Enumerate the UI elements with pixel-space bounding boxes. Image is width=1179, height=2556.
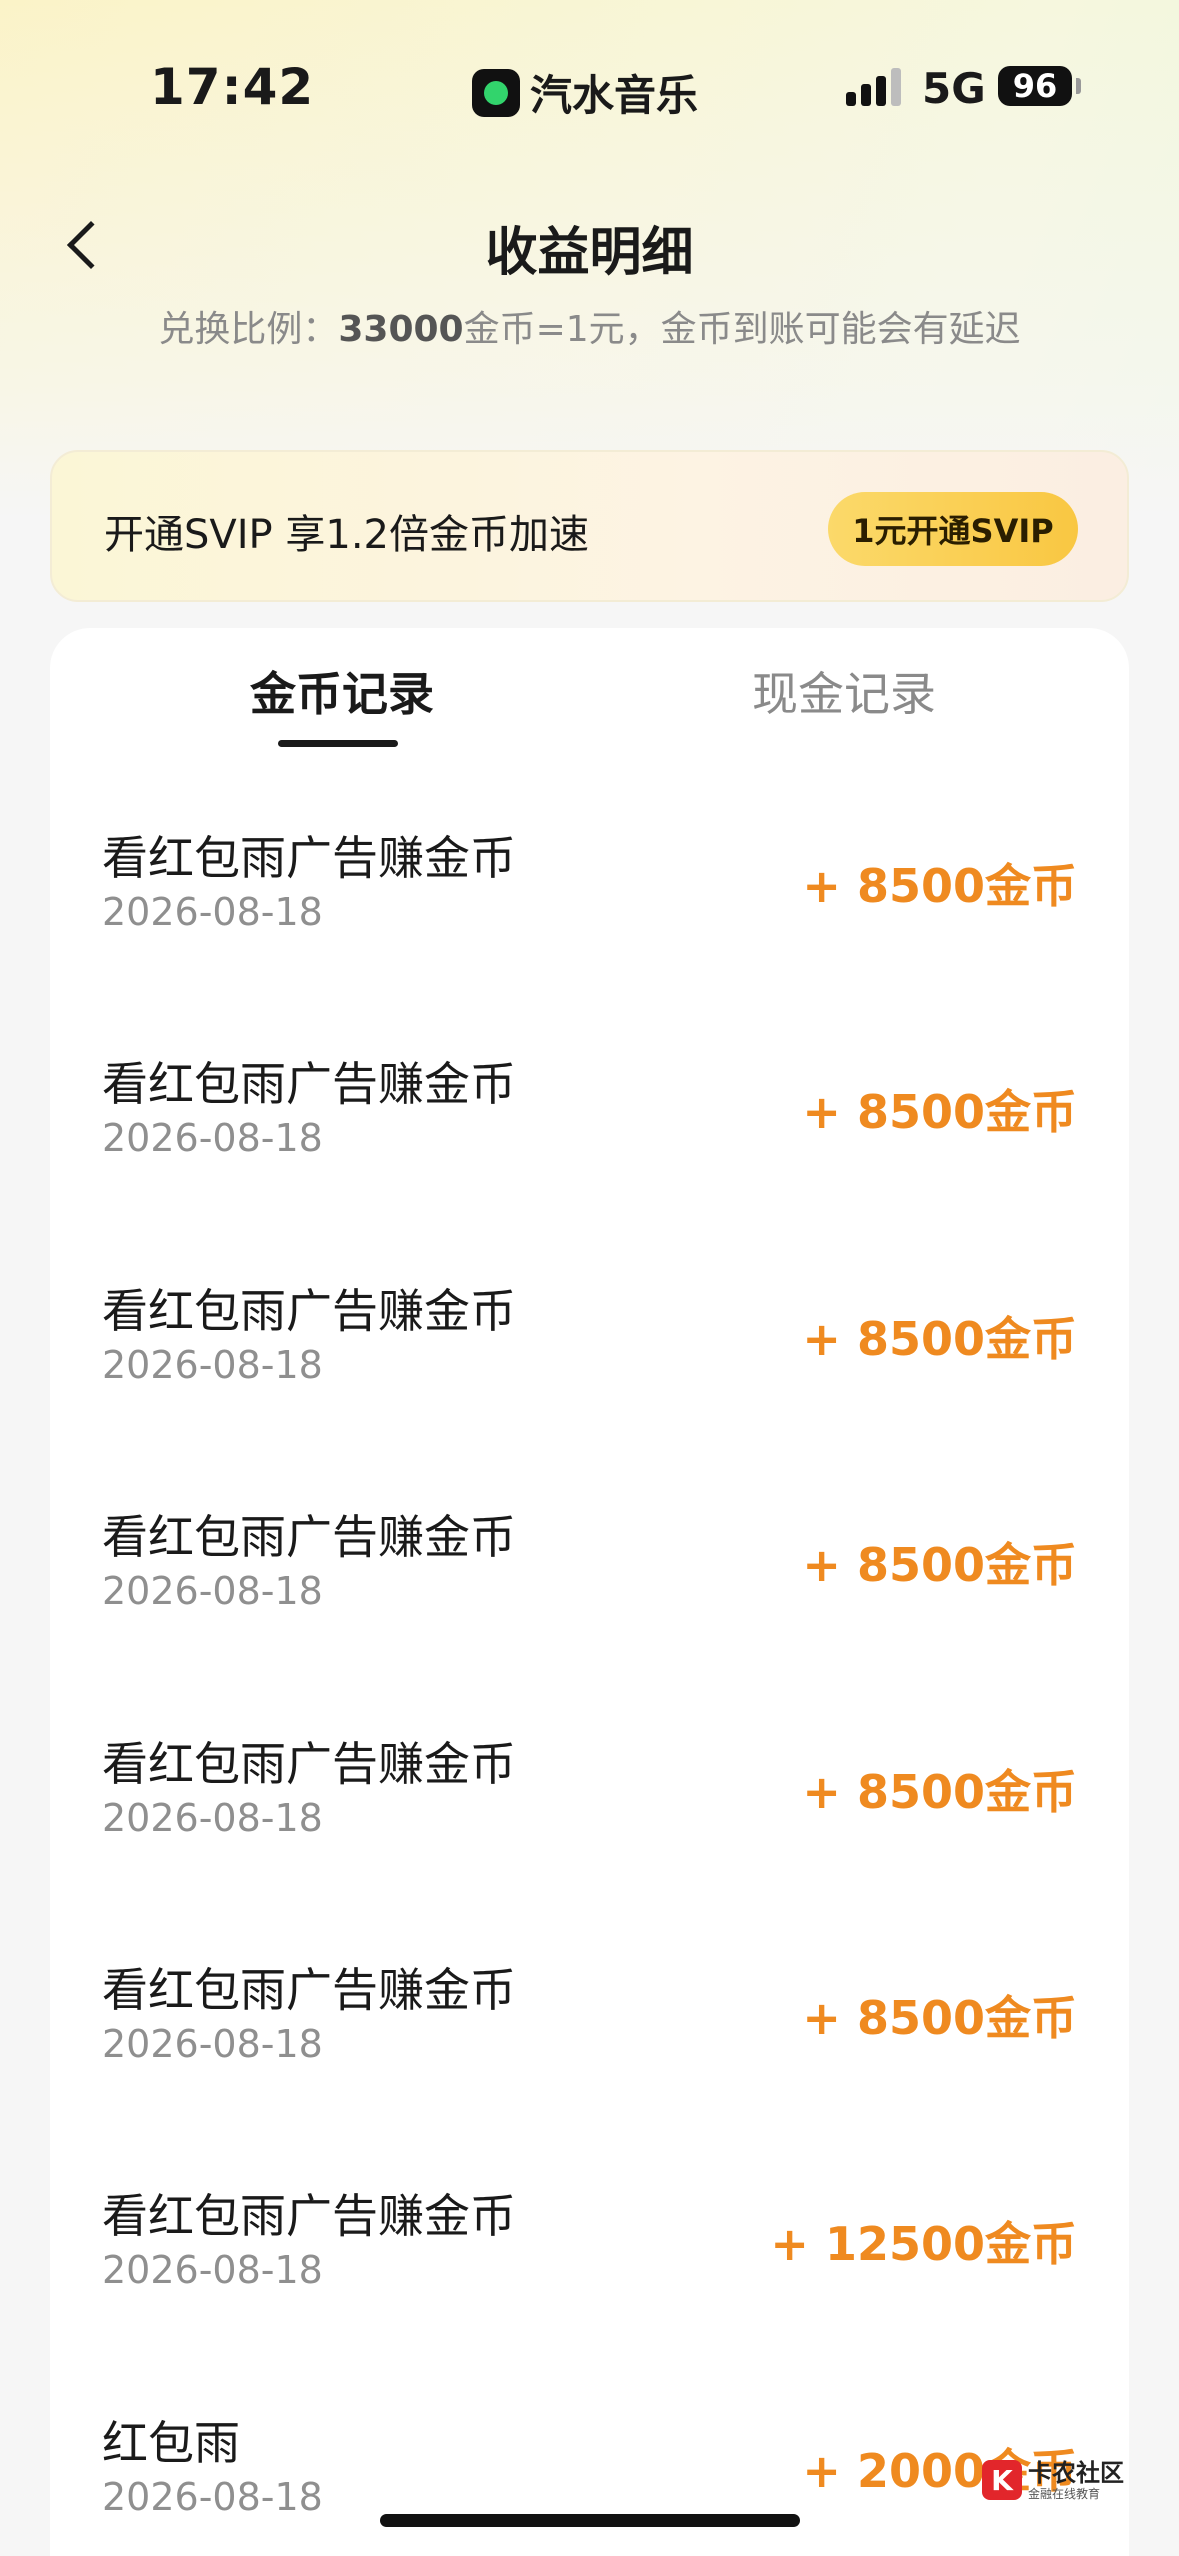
- active-tab-indicator: [278, 740, 398, 747]
- signal-icon: [846, 66, 906, 106]
- open-svip-button[interactable]: 1元开通SVIP: [828, 492, 1078, 566]
- record-row: 看红包雨广告赚金币 2026-08-18 + 8500金币: [50, 1447, 1129, 1673]
- battery-level: 96: [1012, 67, 1058, 105]
- home-indicator[interactable]: [380, 2514, 800, 2527]
- status-bar: 17:42 汽水音乐 5G 96: [0, 0, 1179, 175]
- app-badge: 汽水音乐: [472, 62, 698, 123]
- watermark-logo-icon: K: [982, 2460, 1022, 2500]
- record-date: 2026-08-18: [102, 1116, 323, 1161]
- record-row: 看红包雨广告赚金币 2026-08-18 + 8500金币: [50, 1674, 1129, 1900]
- record-amount: + 8500金币: [802, 1538, 1077, 1593]
- record-row: 看红包雨广告赚金币 2026-08-18 + 8500金币: [50, 994, 1129, 1220]
- record-date: 2026-08-18: [102, 2021, 323, 2066]
- exchange-rate-suffix: 金币=1元，金币到账可能会有延迟: [463, 309, 1021, 350]
- record-date: 2026-08-18: [102, 1569, 323, 1614]
- status-time: 17:42: [150, 58, 315, 116]
- record-amount: + 8500金币: [802, 1085, 1077, 1140]
- app-logo-icon: [472, 68, 520, 117]
- record-date: 2026-08-18: [102, 2474, 323, 2519]
- record-title: 看红包雨广告赚金币: [102, 2189, 516, 2244]
- watermark-text: 卡农社区 金融在线教育: [1028, 2461, 1124, 2500]
- community-watermark: K 卡农社区 金融在线教育: [982, 2460, 1124, 2500]
- svip-banner: 开通SVIP 享1.2倍金币加速 1元开通SVIP: [50, 450, 1129, 602]
- record-amount: + 8500金币: [802, 1990, 1077, 2045]
- record-title: 看红包雨广告赚金币: [102, 1510, 516, 1565]
- record-row: 看红包雨广告赚金币 2026-08-18 + 8500金币: [50, 768, 1129, 994]
- tab-cash-records[interactable]: 现金记录: [752, 658, 936, 724]
- record-row: 看红包雨广告赚金币 2026-08-18 + 12500金币: [50, 2126, 1129, 2352]
- records-card: 金币记录 现金记录 看红包雨广告赚金币 2026-08-18 + 8500金币 …: [50, 628, 1129, 2556]
- record-title: 看红包雨广告赚金币: [102, 1736, 516, 1791]
- app-name: 汽水音乐: [530, 71, 699, 120]
- record-title: 看红包雨广告赚金币: [102, 1057, 516, 1112]
- record-title: 看红包雨广告赚金币: [102, 831, 516, 885]
- record-title: 红包雨: [102, 2415, 240, 2470]
- record-title: 看红包雨广告赚金币: [102, 1962, 516, 2017]
- battery-tip: [1076, 78, 1081, 94]
- record-date: 2026-08-18: [102, 1342, 323, 1387]
- network-type: 5G: [922, 64, 986, 113]
- watermark-sub-text: 金融在线教育: [1028, 2486, 1101, 2501]
- record-row: 看红包雨广告赚金币 2026-08-18 + 8500金币: [50, 1221, 1129, 1447]
- record-row: 看红包雨广告赚金币 2026-08-18 + 8500金币: [50, 1900, 1129, 2126]
- record-date: 2026-08-18: [102, 2248, 323, 2293]
- tab-coin-records[interactable]: 金币记录: [250, 658, 434, 724]
- record-date: 2026-08-18: [102, 890, 323, 934]
- battery-icon: 96: [998, 66, 1072, 106]
- svip-promo-text: 开通SVIP 享1.2倍金币加速: [104, 512, 589, 558]
- exchange-rate-prefix: 兑换比例：: [158, 309, 339, 350]
- record-amount: + 8500金币: [802, 1311, 1077, 1366]
- page-title: 收益明细: [485, 223, 694, 283]
- exchange-rate-note: 兑换比例：33000金币=1元，金币到账可能会有延迟: [0, 300, 1179, 352]
- record-amount: + 8500金币: [802, 1764, 1077, 1819]
- record-date: 2026-08-18: [102, 1795, 323, 1840]
- exchange-rate-value: 33000: [338, 309, 464, 350]
- record-amount: + 8500金币: [802, 859, 1077, 913]
- record-title: 看红包雨广告赚金币: [102, 1283, 516, 1338]
- watermark-main-text: 卡农社区: [1028, 2458, 1124, 2487]
- record-amount: + 12500金币: [770, 2217, 1077, 2272]
- record-list: 看红包雨广告赚金币 2026-08-18 + 8500金币 看红包雨广告赚金币 …: [50, 768, 1129, 2556]
